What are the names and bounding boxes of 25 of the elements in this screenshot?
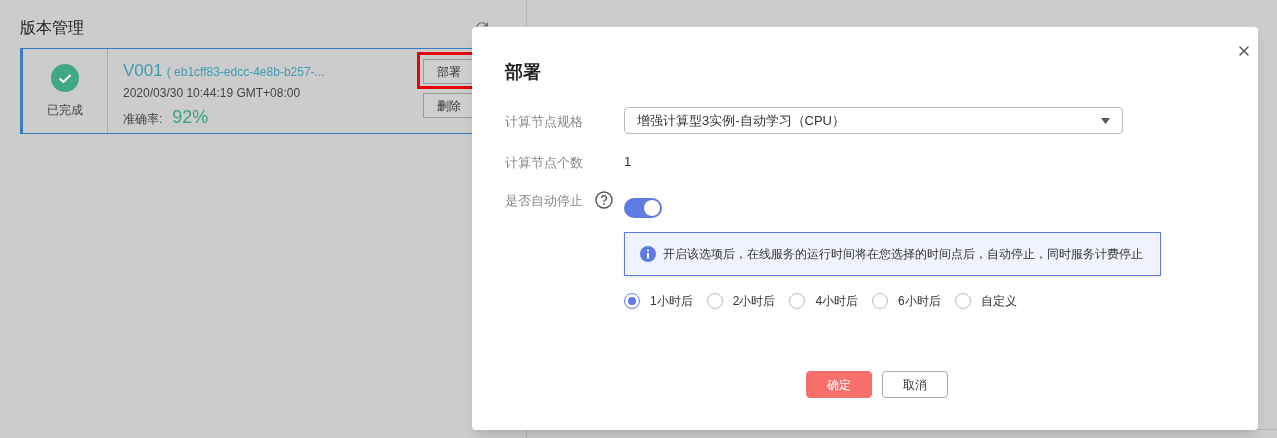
panel-title: 版本管理: [20, 18, 84, 38]
radio-option[interactable]: 1小时后: [624, 292, 693, 310]
accuracy-label: 准确率:: [123, 110, 163, 128]
accuracy-value: 92%: [172, 105, 209, 129]
status-label: 已完成: [47, 101, 83, 119]
select-field[interactable]: 增强计算型3实例-自动学习（CPU）: [624, 107, 1123, 134]
field-value: 1: [624, 153, 632, 172]
cancel-button[interactable]: 取消: [882, 371, 948, 398]
action-button[interactable]: 部署: [423, 59, 474, 84]
dropdown-icon: [1101, 117, 1110, 124]
field-label: 计算节点个数: [505, 155, 583, 170]
info-icon: [640, 246, 656, 262]
radio-option[interactable]: 2小时后: [706, 292, 776, 310]
notice-text: 开启该选项后，在线服务的运行时间将在您选择的时间点后，自动停止，同时服务计费停止: [663, 246, 1143, 263]
field-label: 是否自动停止: [505, 192, 583, 210]
action-button[interactable]: 删除: [423, 93, 474, 118]
radio-option[interactable]: 自定义: [954, 292, 1017, 310]
version-id: ( eb1cff83-edcc-4e8b-b257-...: [166, 64, 325, 81]
field-label: 计算节点规格: [505, 113, 583, 129]
version-time: 2020/03/30 10:44:19 GMT+08:00: [123, 84, 302, 102]
toggle-switch[interactable]: [624, 198, 662, 218]
radio-option[interactable]: 4小时后: [789, 292, 859, 310]
dialog-title: 部署: [505, 61, 542, 84]
radio-option[interactable]: 6小时后: [872, 292, 941, 310]
help-icon[interactable]: [595, 191, 613, 209]
